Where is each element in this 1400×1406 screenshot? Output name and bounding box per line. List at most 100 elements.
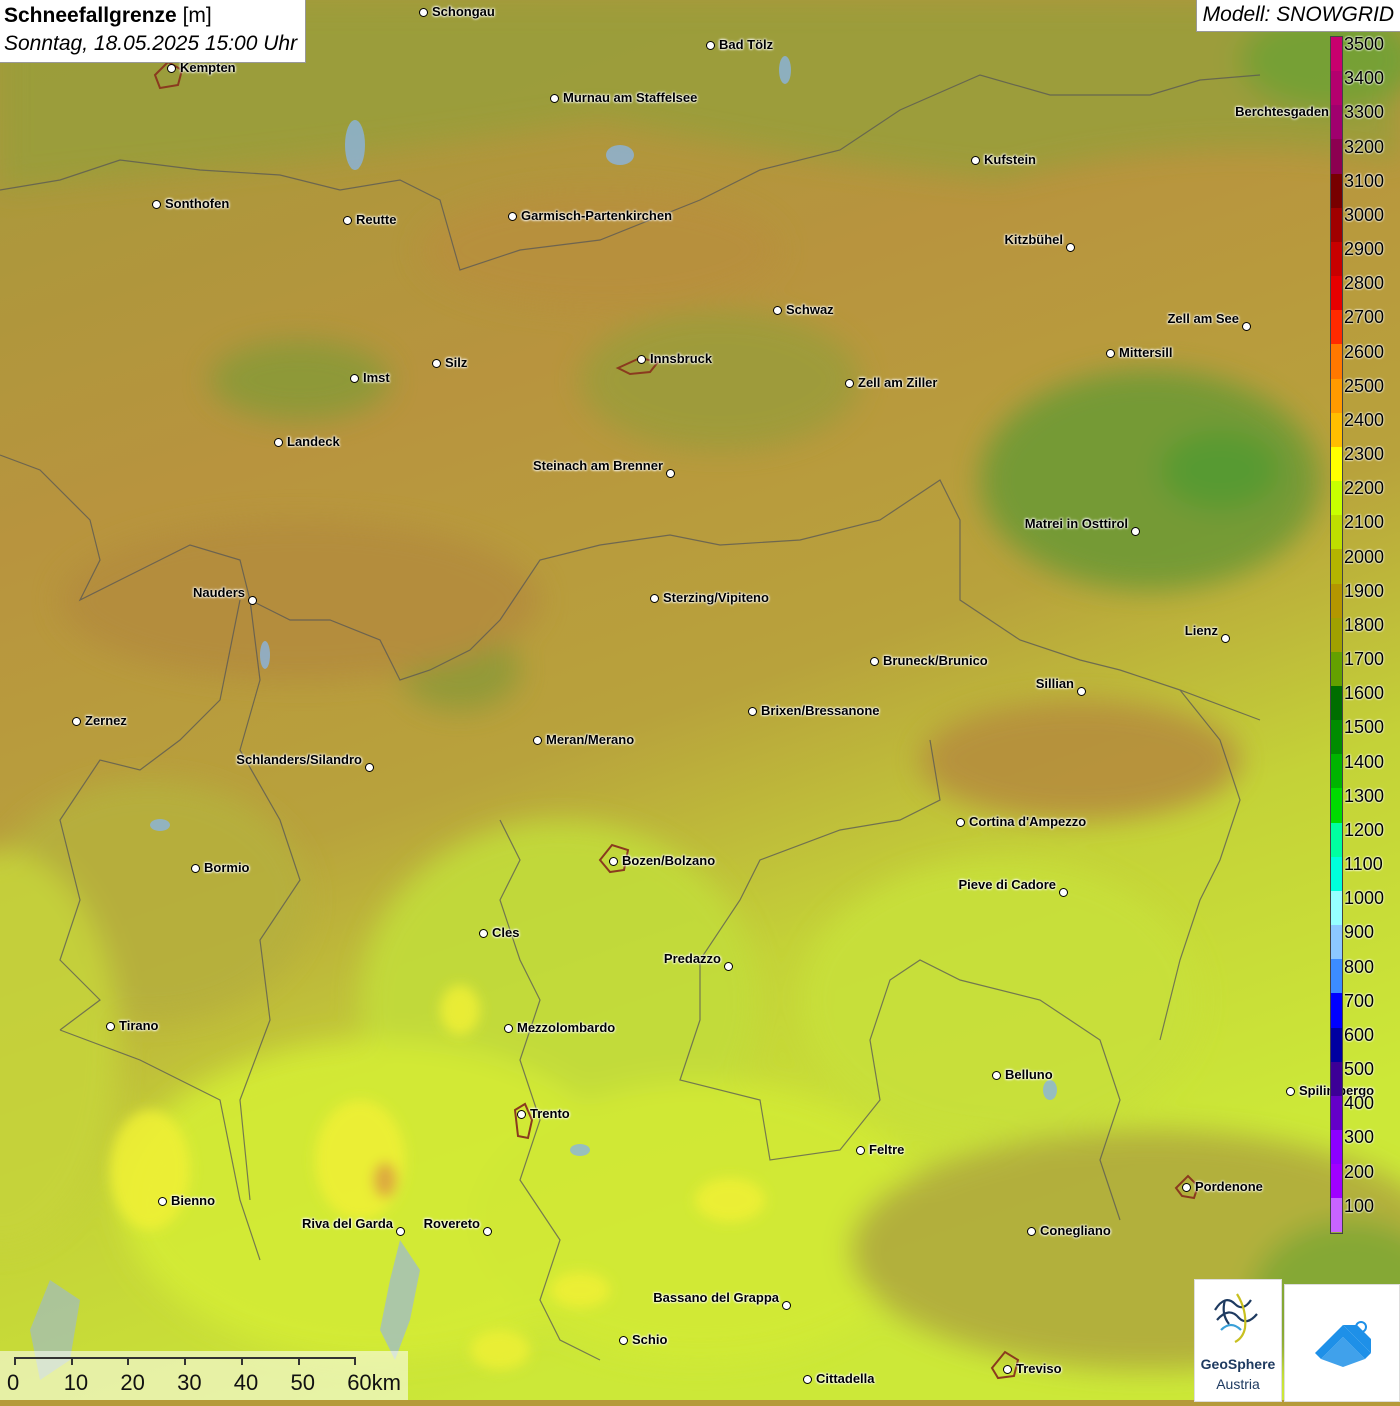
scale-label: 30 <box>177 1370 202 1395</box>
city-label: Reutte <box>356 212 397 227</box>
city-label: Landeck <box>287 434 340 449</box>
city-dot <box>106 1022 115 1031</box>
city-label: Feltre <box>869 1142 905 1157</box>
city-dot <box>419 8 428 17</box>
legend-color-segment <box>1331 378 1342 413</box>
city-label: Kitzbühel <box>1004 232 1064 247</box>
color-legend-bar <box>1330 36 1343 1234</box>
legend-value-label: 2600 <box>1344 341 1385 362</box>
map-title-box: Schneefallgrenze [m] Sonntag, 18.05.2025… <box>0 0 307 63</box>
legend-color-segment <box>1331 139 1342 174</box>
legend-color-segment <box>1331 71 1342 106</box>
city-label: Kufstein <box>984 152 1036 167</box>
city-dot <box>158 1197 167 1206</box>
city-label: Treviso <box>1016 1361 1062 1376</box>
city-label: Steinach am Brenner <box>532 458 663 473</box>
city-dot <box>396 1227 405 1236</box>
city-dot <box>167 64 176 73</box>
city-label: Lienz <box>1184 623 1218 638</box>
legend-color-segment <box>1331 344 1342 379</box>
legend-color-segment <box>1331 105 1342 140</box>
legend-color-segment <box>1331 481 1342 516</box>
legend-color-segment <box>1331 1061 1342 1096</box>
city-dot <box>550 94 559 103</box>
legend-color-segment <box>1331 583 1342 618</box>
legend-color-segment <box>1331 685 1342 721</box>
city-label: Bassano del Grappa <box>653 1290 779 1305</box>
map-datetime: Sonntag, 18.05.2025 15:00 Uhr <box>4 32 298 55</box>
scale-tick <box>240 1357 243 1365</box>
city-label: Berchtesgaden <box>1235 104 1329 119</box>
city-label: Schongau <box>432 4 495 19</box>
city-dot <box>782 1301 791 1310</box>
city-label: Schlanders/Silandro <box>236 752 362 767</box>
city-label: Cles <box>492 925 520 940</box>
legend-color-segment <box>1331 310 1342 345</box>
geosphere-logo-text-line1: GeoSphere <box>1200 1356 1276 1372</box>
legend-value-label: 1200 <box>1344 819 1385 840</box>
scale-tick <box>354 1357 357 1365</box>
legend-color-segment <box>1331 412 1342 447</box>
legend-value-label: 2200 <box>1344 478 1385 499</box>
legend-color-segment <box>1331 515 1342 550</box>
city-label: Meran/Merano <box>546 732 635 747</box>
map-title: Schneefallgrenze [m] <box>4 4 212 27</box>
legend-value-label: 800 <box>1344 956 1375 977</box>
city-label: Belluno <box>1005 1067 1053 1082</box>
legend-color-segment <box>1331 617 1342 652</box>
legend-value-label: 600 <box>1344 1024 1375 1045</box>
city-dot <box>504 1024 513 1033</box>
scale-label: 0 <box>7 1370 20 1395</box>
legend-color-segment <box>1331 856 1342 891</box>
legend-value-label: 3400 <box>1344 68 1385 89</box>
city-dot <box>1221 634 1230 643</box>
city-label: Zell am Ziller <box>858 375 938 390</box>
city-dot <box>724 962 733 971</box>
city-label: Bad Tölz <box>719 37 774 52</box>
city-dot <box>992 1071 1001 1080</box>
city-dot <box>1077 687 1086 696</box>
city-label: Murnau am Staffelsee <box>563 90 698 105</box>
legend-value-label: 900 <box>1344 922 1375 943</box>
city-dot <box>1286 1087 1295 1096</box>
legend-color-segment <box>1331 651 1342 686</box>
legend-color-segment <box>1331 1130 1342 1165</box>
city-dot <box>619 1336 628 1345</box>
legend-value-label: 1300 <box>1344 785 1385 806</box>
snowgrid-logo-icon <box>1315 1321 1371 1367</box>
legend-value-label: 1100 <box>1344 854 1383 875</box>
city-dot <box>650 594 659 603</box>
city-label: Rovereto <box>423 1216 480 1231</box>
snowgrid-app-logo[interactable] <box>1284 1284 1400 1402</box>
legend-value-label: 3000 <box>1344 204 1385 225</box>
city-label: Silz <box>445 355 468 370</box>
city-label: Conegliano <box>1040 1223 1111 1238</box>
city-dot <box>72 717 81 726</box>
city-label: Zernez <box>85 713 127 728</box>
legend-color-segment <box>1331 754 1342 789</box>
city-label: Matrei in Osttirol <box>1024 516 1128 531</box>
city-label: Garmisch-Partenkirchen <box>521 208 673 223</box>
scale-label: 50 <box>290 1370 315 1395</box>
city-dot <box>956 818 965 827</box>
city-dot <box>666 469 675 478</box>
city-dot <box>191 864 200 873</box>
legend-color-segment <box>1331 549 1342 584</box>
city-dot <box>1242 322 1251 331</box>
legend-value-label: 3300 <box>1344 102 1385 123</box>
legend-color-segment <box>1331 37 1342 72</box>
scale-tick <box>127 1357 130 1365</box>
city-label: Kempten <box>180 60 236 75</box>
city-label: Bormio <box>204 860 250 875</box>
legend-color-segment <box>1331 446 1342 482</box>
city-label: Bruneck/Brunico <box>883 653 988 668</box>
city-label: Imst <box>363 370 390 385</box>
city-label: Sonthofen <box>165 196 230 211</box>
city-dot <box>432 359 441 368</box>
legend-color-segment <box>1331 1164 1342 1199</box>
geosphere-austria-logo[interactable]: GeoSphere Austria <box>1194 1279 1282 1402</box>
legend-value-label: 1900 <box>1344 580 1385 601</box>
city-dot <box>637 355 646 364</box>
legend-color-segment <box>1331 720 1342 755</box>
city-dot <box>706 41 715 50</box>
